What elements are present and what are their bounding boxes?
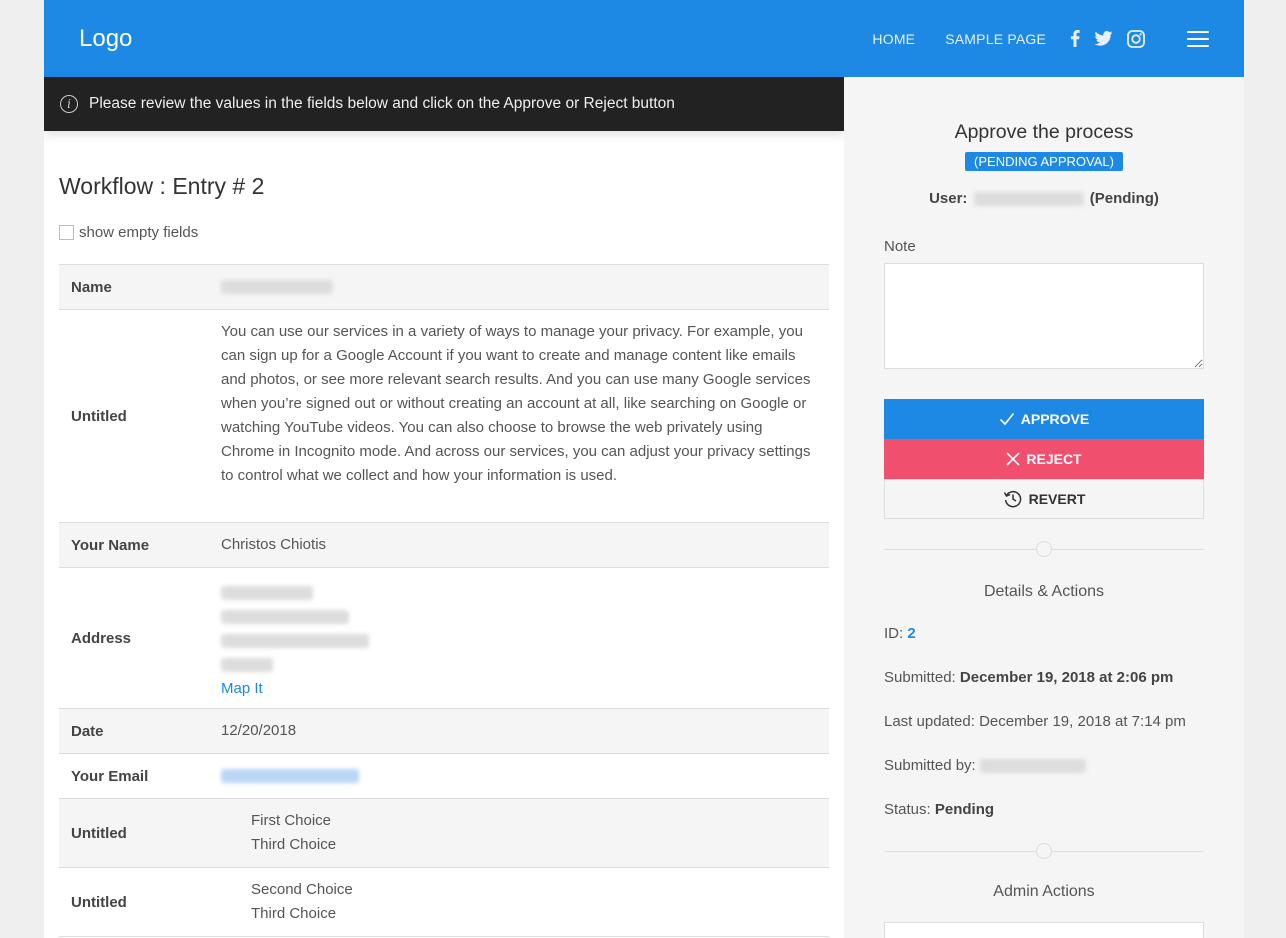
close-icon: [1006, 452, 1020, 466]
field-row-date: Date 12/20/2018: [59, 709, 829, 754]
field-label: Untitled: [71, 824, 127, 842]
field-value: Christos Chiotis: [221, 536, 327, 553]
redacted-address-line: [221, 610, 349, 625]
show-empty-checkbox[interactable]: [59, 225, 74, 240]
approve-label: APPROVE: [1020, 411, 1090, 427]
field-label: Your Email: [71, 767, 149, 785]
instagram-icon[interactable]: [1127, 29, 1145, 48]
page-title: Workflow : Entry # 2: [59, 173, 265, 199]
entry-content: Workflow : Entry # 2 show empty fields N…: [44, 173, 844, 937]
redacted-address-line: [221, 658, 273, 673]
field-row-email: Your Email: [59, 754, 829, 799]
detail-submitted-by: Submitted by:: [884, 755, 1204, 777]
admin-actions-title: Admin Actions: [993, 883, 1095, 900]
status-badge: (PENDING APPROVAL): [965, 152, 1123, 171]
section-divider: [884, 843, 1204, 859]
site-logo[interactable]: Logo: [79, 25, 132, 53]
field-label: Untitled: [71, 407, 127, 425]
field-row-untitled-choices-2: Untitled Second Choice Third Choice: [59, 868, 829, 937]
field-row-untitled-choices-1: Untitled First Choice Third Choice: [59, 799, 829, 868]
detail-submitted: Submitted: December 19, 2018 at 2:06 pm: [884, 669, 1174, 686]
choice-item: Third Choice: [251, 836, 337, 853]
facebook-icon[interactable]: [1070, 30, 1080, 47]
twitter-icon[interactable]: [1094, 31, 1113, 46]
nav-sample-page[interactable]: SAMPLE PAGE: [945, 31, 1046, 47]
notice-bar: i Please review the values in the fields…: [44, 77, 844, 131]
choice-item: Second Choice: [251, 881, 353, 898]
field-row-address: Address Map It: [59, 568, 829, 709]
field-value: First Choice Third Choice: [221, 799, 829, 867]
entry-panel: i Please review the values in the fields…: [44, 77, 844, 938]
site-wrapper: Logo HOME SAMPLE PAGE i Please review th…: [44, 0, 1244, 938]
entry-fields-table: Name Untitled You can use our services i…: [59, 264, 829, 937]
nav-home[interactable]: HOME: [872, 31, 915, 47]
redacted-email-link[interactable]: [221, 769, 359, 783]
redacted-address-line: [221, 634, 369, 649]
reject-button[interactable]: REJECT: [884, 439, 1204, 479]
user-status: (Pending): [1089, 190, 1159, 207]
field-row-untitled-text: Untitled You can use our services in a v…: [59, 310, 829, 523]
choice-item: First Choice: [251, 812, 332, 829]
field-row-name: Name: [59, 265, 829, 310]
top-bar: Logo HOME SAMPLE PAGE: [44, 0, 1244, 77]
redacted-submitter: [979, 759, 1086, 774]
field-value: [221, 265, 829, 309]
assignee-line: User: (Pending): [884, 190, 1204, 207]
show-empty-label: show empty fields: [79, 224, 199, 241]
approve-title: Approve the process: [954, 121, 1134, 143]
detail-id: ID: 2: [884, 625, 916, 642]
detail-status: Status: Pending: [884, 801, 995, 818]
revert-button[interactable]: REVERT: [884, 479, 1204, 519]
note-textarea[interactable]: [884, 263, 1204, 369]
notice-text: Please review the values in the fields b…: [89, 95, 675, 112]
note-label: Note: [884, 238, 916, 255]
social-links: [1070, 29, 1145, 48]
field-value: You can use our services in a variety of…: [221, 323, 811, 484]
info-icon: i: [60, 95, 78, 113]
detail-last-updated: Last updated: December 19, 2018 at 7:14 …: [884, 713, 1186, 730]
field-value: [221, 754, 829, 798]
field-label: Date: [71, 722, 104, 740]
reject-label: REJECT: [1026, 451, 1082, 467]
revert-label: REVERT: [1028, 491, 1086, 507]
map-it-link[interactable]: Map It: [221, 680, 263, 697]
section-divider: [884, 541, 1204, 557]
field-value: 12/20/2018: [221, 722, 297, 739]
entry-id-link[interactable]: 2: [907, 625, 915, 642]
menu-hamburger-icon[interactable]: [1187, 30, 1209, 47]
approve-button[interactable]: APPROVE: [884, 399, 1204, 439]
admin-action-select[interactable]: [884, 922, 1204, 938]
history-icon: [1003, 490, 1021, 508]
field-row-your-name: Your Name Christos Chiotis: [59, 523, 829, 568]
choice-item: Third Choice: [251, 905, 337, 922]
redacted-user: [973, 192, 1084, 207]
workflow-sidebar: Approve the process (PENDING APPROVAL) U…: [844, 77, 1244, 938]
field-value: Second Choice Third Choice: [221, 868, 829, 936]
show-empty-fields-toggle[interactable]: show empty fields: [59, 224, 829, 241]
main-nav: HOME SAMPLE PAGE: [872, 29, 1209, 48]
user-label: User:: [929, 190, 968, 207]
redacted-address-line: [221, 586, 313, 601]
field-value: Map It: [221, 568, 829, 708]
field-label: Untitled: [71, 893, 127, 911]
details-title: Details & Actions: [983, 583, 1105, 600]
field-label: Name: [71, 278, 112, 296]
redacted-name: [221, 280, 333, 294]
field-label: Address: [71, 629, 132, 647]
field-label: Your Name: [71, 536, 150, 554]
check-icon: [999, 412, 1014, 426]
